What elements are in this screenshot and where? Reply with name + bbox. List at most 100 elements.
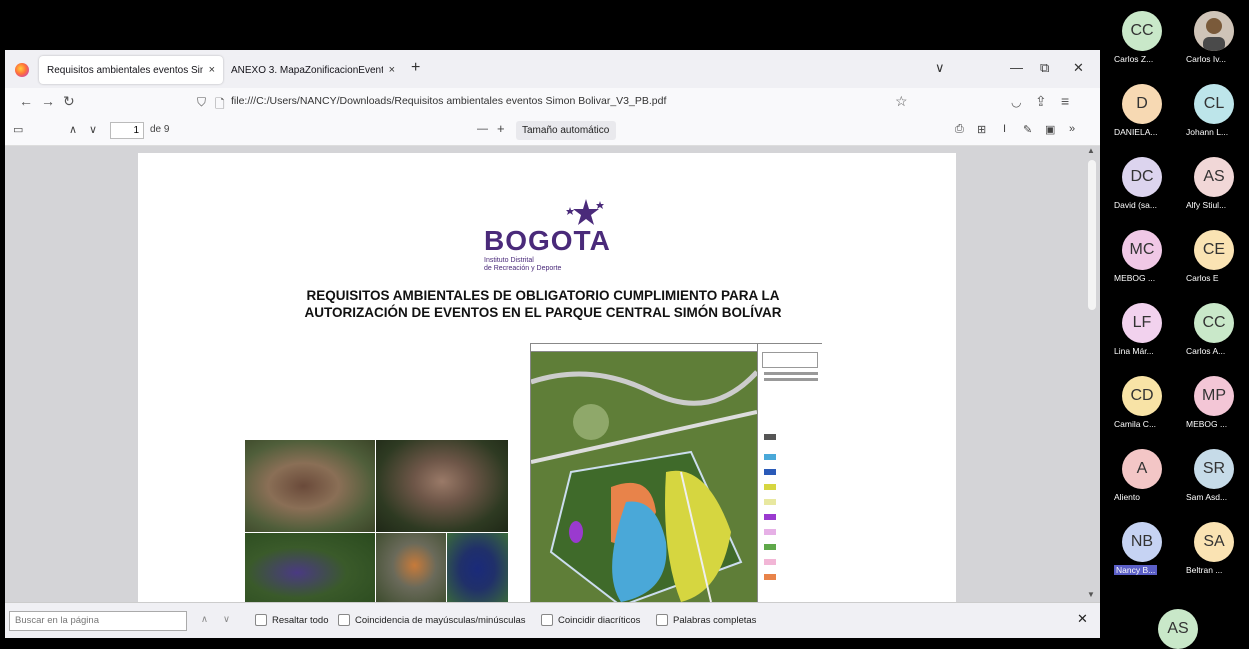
participant-tile[interactable]: CD Camila C... — [1114, 373, 1174, 433]
shield-icon[interactable]: ⛉ — [197, 95, 206, 110]
extensions-icon[interactable]: ⇪ — [1035, 93, 1047, 110]
avatar: CD — [1122, 376, 1162, 416]
find-previous-icon[interactable]: ∧ — [201, 614, 208, 625]
participant-name: Carlos A... — [1186, 346, 1226, 356]
avatar: AS — [1158, 609, 1198, 649]
participant-tile[interactable]: SR Sam Asd... — [1186, 446, 1246, 506]
participant-tile[interactable]: LF Lina Már... — [1114, 300, 1174, 360]
participant-name: Lina Már... — [1114, 346, 1154, 356]
firefox-icon[interactable] — [15, 63, 29, 77]
menu-icon[interactable]: ≡ — [1061, 93, 1069, 109]
participant-tile[interactable]: CC Carlos Z... — [1114, 8, 1174, 68]
text-tool-icon[interactable]: I — [1003, 123, 1006, 135]
zoom-in-button[interactable]: + — [497, 121, 505, 136]
sidebar-toggle-icon[interactable]: ▭ — [13, 123, 23, 136]
option-label: Coincidir diacríticos — [558, 614, 641, 626]
participant-name: MEBOG ... — [1114, 273, 1156, 283]
pocket-icon[interactable]: ◡ — [1011, 95, 1021, 109]
participant-tile[interactable]: Carlos Iv... — [1186, 8, 1246, 68]
highlight-all-checkbox[interactable]: Resaltar todo — [255, 614, 329, 626]
close-window-button[interactable]: ✕ — [1073, 60, 1084, 76]
reload-icon[interactable]: ↻ — [63, 93, 75, 110]
participant-name: Nancy B... — [1114, 565, 1158, 575]
minimize-button[interactable]: — — [1010, 60, 1023, 75]
save-icon[interactable]: ⊞ — [977, 123, 986, 136]
image-icon[interactable]: ▣ — [1045, 123, 1055, 136]
bookmark-star-icon[interactable]: ☆ — [895, 93, 908, 110]
page-number-input[interactable]: 1 — [110, 122, 144, 139]
scroll-up-icon[interactable]: ▲ — [1087, 146, 1095, 155]
scrollbar[interactable]: ▲ ▼ — [1087, 146, 1097, 602]
map-header — [531, 344, 757, 352]
participant-tile[interactable]: SA Beltran ... — [1186, 519, 1246, 579]
legend-swatch — [764, 529, 776, 535]
close-tab-icon[interactable]: × — [389, 64, 395, 76]
draw-icon[interactable]: ✎ — [1023, 123, 1032, 136]
tab-anexo[interactable]: ANEXO 3. MapaZonificacionEvento × — [223, 56, 403, 84]
match-case-checkbox[interactable]: Coincidencia de mayúsculas/minúsculas — [338, 614, 526, 626]
logo-subtitle: de Recreación y Deporte — [484, 265, 562, 272]
close-tab-icon[interactable]: × — [209, 64, 215, 76]
map-legend — [757, 344, 823, 602]
scrollbar-thumb[interactable] — [1088, 160, 1096, 310]
avatar: AS — [1194, 157, 1234, 197]
title-line: REQUISITOS AMBIENTALES DE OBLIGATORIO CU… — [306, 288, 780, 303]
legend-swatch — [764, 514, 776, 520]
legend-swatch — [764, 544, 776, 550]
participant-tile[interactable]: DC David (sa... — [1114, 154, 1174, 214]
print-icon[interactable]: ⎙ — [955, 123, 964, 136]
option-label: Resaltar todo — [272, 614, 329, 626]
find-next-icon[interactable]: ∨ — [223, 614, 230, 625]
whole-words-checkbox[interactable]: Palabras completas — [656, 614, 756, 626]
url-bar[interactable]: file:///C:/Users/NANCY/Downloads/Requisi… — [231, 95, 666, 107]
find-input[interactable]: Buscar en la página — [9, 611, 187, 631]
participant-tile[interactable]: AS Alfy Stiul... — [1186, 154, 1246, 214]
participant-tile[interactable]: MC MEBOG ... — [1114, 227, 1174, 287]
page-icon[interactable]: 🗋 — [215, 95, 225, 116]
participant-name: David (sa... — [1114, 200, 1157, 210]
avatar: NB — [1122, 522, 1162, 562]
restore-button[interactable]: ⧉ — [1040, 60, 1049, 76]
screen: Requisitos ambientales eventos Sim × ANE… — [0, 0, 1249, 649]
scroll-down-icon[interactable]: ▼ — [1087, 590, 1095, 599]
participant-tile[interactable]: D DANIELA... — [1114, 81, 1174, 141]
back-icon[interactable]: ← — [19, 93, 33, 109]
checkbox-icon — [255, 614, 267, 626]
forward-icon[interactable]: → — [41, 93, 55, 109]
participant-name: Carlos E — [1186, 273, 1219, 283]
pdf-viewer[interactable]: BOGOTA Instituto Distrital de Recreación… — [5, 146, 1100, 602]
participant-tile[interactable]: A Aliento — [1114, 446, 1174, 506]
participant-tile[interactable]: MP MEBOG ... — [1186, 373, 1246, 433]
participant-tile[interactable]: CE Carlos E — [1186, 227, 1246, 287]
legend-swatch — [764, 574, 776, 580]
pdf-page: BOGOTA Instituto Distrital de Recreación… — [138, 153, 956, 602]
tab-label: ANEXO 3. MapaZonificacionEvento — [231, 64, 383, 76]
participant-photo — [1194, 11, 1234, 51]
participant-tile[interactable]: CL Johann L... — [1186, 81, 1246, 141]
previous-page-icon[interactable]: ∧ — [69, 123, 77, 136]
bird-photo — [245, 533, 375, 602]
participant-name: Johann L... — [1186, 127, 1229, 137]
zoom-out-button[interactable]: — — [477, 123, 488, 135]
legend-swatch — [764, 434, 776, 440]
new-tab-button[interactable]: + — [411, 59, 420, 77]
legend-swatch — [764, 559, 776, 565]
zoom-select[interactable]: Tamaño automático ⌄ — [516, 121, 616, 155]
bat-photo — [376, 440, 508, 532]
participant-tile[interactable]: NB Nancy B... — [1114, 519, 1174, 579]
more-tools-icon[interactable]: » — [1069, 123, 1075, 135]
tab-requisitos[interactable]: Requisitos ambientales eventos Sim × — [39, 56, 223, 84]
close-find-bar-icon[interactable]: ✕ — [1077, 611, 1088, 627]
participant-tile[interactable]: CC Carlos A... — [1186, 300, 1246, 360]
park-zoning-map — [530, 343, 823, 602]
tab-bar: Requisitos ambientales eventos Sim × ANE… — [5, 50, 1100, 88]
legend-swatch — [764, 499, 776, 505]
legend-swatch — [764, 484, 776, 490]
next-page-icon[interactable]: ∨ — [89, 123, 97, 136]
list-tabs-icon[interactable]: ∨ — [935, 60, 945, 76]
match-diacritics-checkbox[interactable]: Coincidir diacríticos — [541, 614, 640, 626]
title-line: AUTORIZACIÓN DE EVENTOS EN EL PARQUE CEN… — [304, 305, 782, 320]
participant-tile[interactable]: AS — [1150, 606, 1210, 649]
legend-header — [762, 352, 818, 368]
participant-name: Aliento — [1114, 492, 1140, 502]
